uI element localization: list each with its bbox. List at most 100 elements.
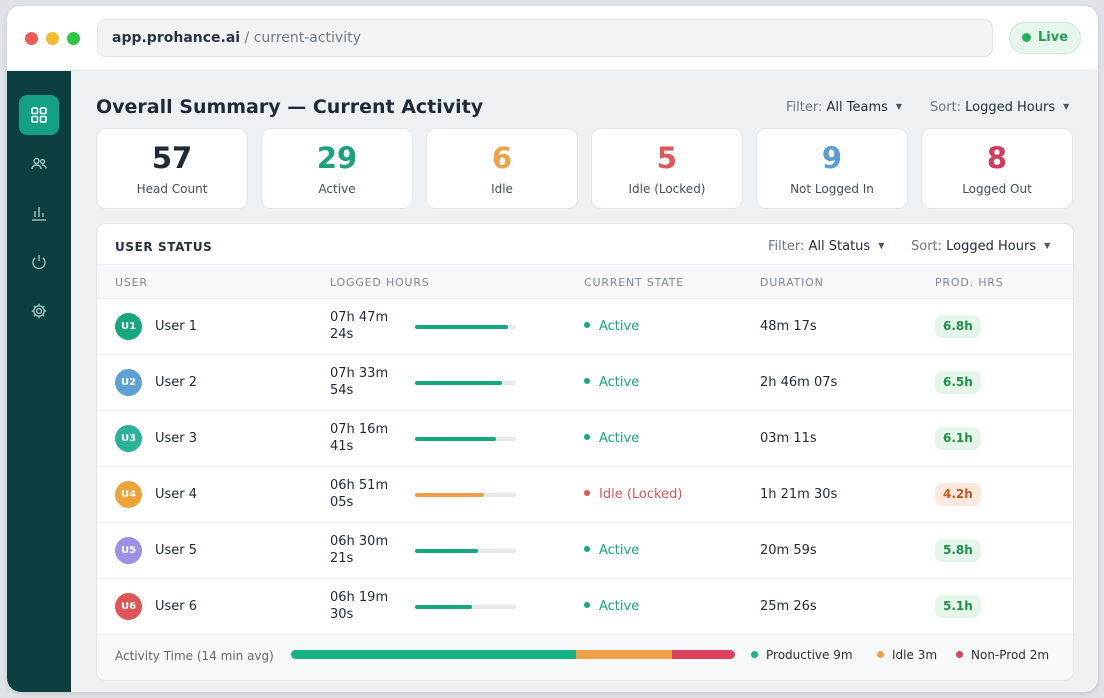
minimize-window-button[interactable]: [46, 32, 59, 45]
logged-hours: 07h 33m 54s: [330, 365, 400, 399]
live-label: Live: [1038, 30, 1069, 45]
column-header-current-state[interactable]: CURRENT STATE: [584, 276, 684, 289]
logged-hours-line2: 54s: [330, 383, 354, 398]
prod-hours-badge: 4.2h: [935, 483, 981, 506]
sort-dropdown[interactable]: Sort: Logged Hours ▼: [930, 100, 1069, 115]
table-row[interactable]: U3 User 3 07h 16m 41s Active 03m 11s 6.1h: [97, 411, 1073, 467]
duration: 03m 11s: [760, 431, 817, 446]
logged-hours-line1: 06h 51m: [330, 478, 389, 493]
logged-hours-line2: 30s: [330, 607, 354, 622]
current-state: Active: [584, 319, 639, 334]
legend-dot-icon: [956, 651, 963, 658]
table-row[interactable]: U1 User 1 07h 47m 24s Active 48m 17s 6.8h: [97, 299, 1073, 355]
state-dot-icon: [584, 378, 590, 384]
filter-label: Filter:: [786, 100, 823, 115]
sidebar-item-dashboard[interactable]: [19, 95, 59, 135]
logged-hours: 07h 47m 24s: [330, 309, 400, 343]
stat-card-head-count[interactable]: 57 Head Count: [96, 128, 248, 209]
prod-hours-badge: 5.1h: [935, 595, 981, 618]
stat-card-logged-out[interactable]: 8 Logged Out: [921, 128, 1073, 209]
activity-segment-non-prod: [671, 650, 735, 659]
logged-hours-progress: [415, 493, 516, 497]
column-header-logged-hours[interactable]: LOGGED HOURS: [330, 276, 430, 289]
main-content: Overall Summary — Current Activity Filte…: [71, 71, 1098, 692]
logged-hours-line1: 07h 16m: [330, 422, 389, 437]
table-row[interactable]: U6 User 6 06h 19m 30s Active 25m 26s 5.1h: [97, 579, 1073, 635]
sidebar-item-users[interactable]: [19, 144, 59, 184]
logged-hours-progress: [415, 549, 516, 553]
status-filter-dropdown[interactable]: Filter: All Status ▼: [768, 239, 884, 254]
current-state: Idle (Locked): [584, 487, 682, 502]
logged-hours: 06h 30m 21s: [330, 533, 400, 567]
stat-label: Not Logged In: [790, 182, 874, 196]
legend-dot-icon: [751, 651, 758, 658]
filter-value: All Teams: [826, 100, 888, 115]
stat-label: Active: [318, 182, 356, 196]
column-header-prod-hrs[interactable]: PROD. HRS: [935, 276, 1004, 289]
user-name: User 2: [155, 375, 198, 390]
activity-label: Activity Time (14 min avg): [115, 649, 274, 663]
panel-title: USER STATUS: [115, 240, 213, 254]
state-label: Active: [599, 599, 640, 614]
stat-value: 8: [986, 141, 1008, 175]
status-sort-dropdown[interactable]: Sort: Logged Hours ▼: [911, 239, 1050, 254]
users-icon: [31, 157, 47, 170]
state-label: Idle (Locked): [599, 487, 683, 502]
logged-hours-line1: 07h 47m: [330, 310, 389, 325]
stat-card-active[interactable]: 29 Active: [261, 128, 413, 209]
sort-label: Sort:: [911, 239, 943, 254]
stat-card-idle-locked[interactable]: 5 Idle (Locked): [591, 128, 743, 209]
duration: 1h 21m 30s: [760, 487, 838, 502]
table-row[interactable]: U4 User 4 06h 51m 05s Idle (Locked) 1h 21m 30…: [97, 467, 1073, 523]
logged-hours: 07h 16m 41s: [330, 421, 400, 455]
current-state: Active: [584, 599, 639, 614]
state-dot-icon: [584, 546, 590, 552]
user-name: User 6: [155, 599, 198, 614]
stat-value: 6: [491, 141, 513, 175]
logged-hours-progress: [415, 605, 516, 609]
table-row[interactable]: U5 User 5 06h 30m 21s Active 20m 59s 5.8h: [97, 523, 1073, 579]
live-badge: Live: [1009, 22, 1081, 54]
sidebar-item-power[interactable]: [19, 242, 59, 282]
close-window-button[interactable]: [25, 32, 38, 45]
prod-hours-badge: 6.1h: [935, 427, 981, 450]
logged-hours-line2: 21s: [330, 551, 354, 566]
table-header: USER LOGGED HOURS CURRENT STATE DURATION…: [97, 264, 1073, 299]
stat-value: 5: [656, 141, 678, 175]
table-row[interactable]: U2 User 2 07h 33m 54s Active 2h 46m 07s 6.5h: [97, 355, 1073, 411]
sidebar-item-settings[interactable]: [19, 291, 59, 331]
prod-hours-badge: 6.8h: [935, 315, 981, 338]
legend-label: Non-Prod 2m: [971, 648, 1050, 662]
sidebar: [7, 71, 71, 692]
logged-hours-line2: 24s: [330, 327, 354, 342]
logged-hours-line1: 06h 19m: [330, 590, 389, 605]
caret-down-icon: ▼: [895, 102, 903, 111]
user-status-panel: USER STATUS Filter: All Status ▼ Sort: Lo…: [96, 223, 1074, 681]
logged-hours-progress: [415, 325, 516, 329]
team-filter-dropdown[interactable]: Filter: All Teams ▼: [786, 100, 902, 115]
progress-fill: [415, 325, 508, 329]
browser-window: app.prohance.ai / current-activity Live: [7, 6, 1098, 692]
column-header-duration[interactable]: DURATION: [760, 276, 824, 289]
activity-segment-productive: [291, 650, 577, 659]
maximize-window-button[interactable]: [67, 32, 80, 45]
current-state: Active: [584, 431, 639, 446]
state-label: Active: [599, 319, 640, 334]
legend-dot-icon: [877, 651, 884, 658]
logged-hours: 06h 19m 30s: [330, 589, 400, 623]
user-name: User 3: [155, 431, 198, 446]
avatar: U5: [115, 537, 142, 564]
current-state: Active: [584, 375, 639, 390]
filter-label: Filter:: [768, 239, 805, 254]
legend-label: Idle 3m: [892, 648, 938, 662]
column-header-user[interactable]: USER: [115, 276, 148, 289]
stat-card-not-logged-in[interactable]: 9 Not Logged In: [756, 128, 908, 209]
activity-time-bar: [291, 650, 735, 659]
duration: 48m 17s: [760, 319, 817, 334]
stat-card-idle[interactable]: 6 Idle: [426, 128, 578, 209]
avatar: U4: [115, 481, 142, 508]
address-bar[interactable]: app.prohance.ai / current-activity: [97, 19, 993, 57]
legend-label: Productive 9m: [766, 648, 853, 662]
legend-item: Non-Prod 2m: [956, 648, 1049, 662]
sidebar-item-reports[interactable]: [19, 193, 59, 233]
